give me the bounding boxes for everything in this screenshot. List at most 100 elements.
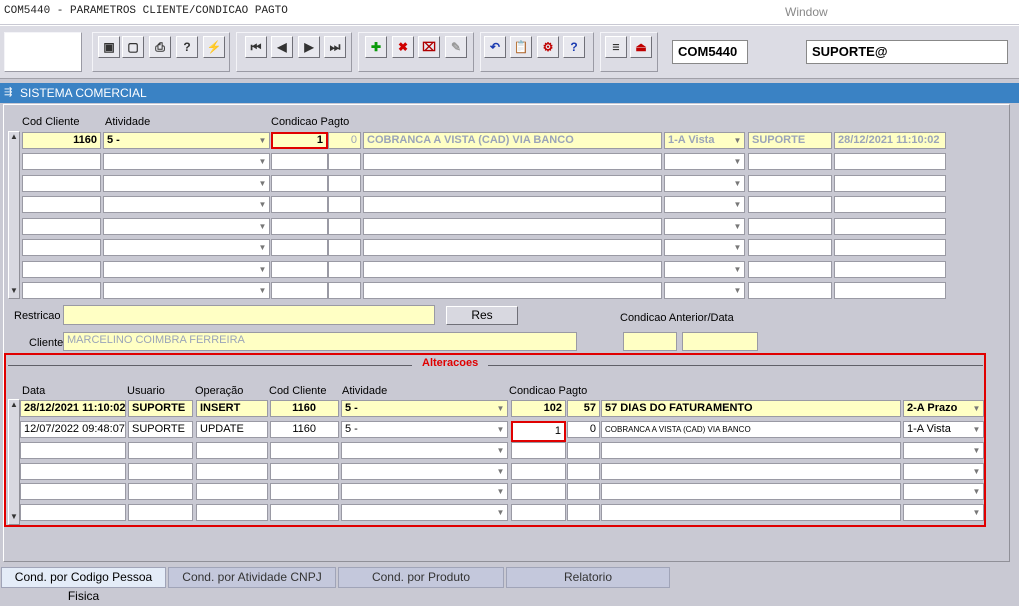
master-empty-cell[interactable] bbox=[748, 217, 832, 235]
previous-record-icon[interactable]: ◀ bbox=[271, 36, 293, 58]
chevron-down-icon[interactable]: ▼ bbox=[256, 197, 269, 212]
master-cond-code-field[interactable]: 1 bbox=[271, 132, 328, 149]
scroll-up-icon[interactable]: ▲ bbox=[9, 400, 19, 412]
alt-empty-cell[interactable] bbox=[128, 442, 193, 459]
alt-empty-cell[interactable] bbox=[511, 483, 566, 500]
chevron-down-icon[interactable]: ▼ bbox=[494, 484, 507, 499]
chevron-down-icon[interactable]: ▼ bbox=[494, 443, 507, 458]
settings-icon[interactable]: ⚙ bbox=[537, 36, 559, 58]
chevron-down-icon[interactable]: ▼ bbox=[256, 219, 269, 234]
master-empty-cell[interactable]: ▼ bbox=[103, 217, 270, 235]
menu-tree-icon[interactable]: ⇶ bbox=[4, 87, 12, 98]
master-empty-cell[interactable]: ▼ bbox=[103, 282, 270, 299]
exit-icon[interactable]: ⏏ bbox=[630, 36, 652, 58]
chevron-down-icon[interactable]: ▼ bbox=[731, 219, 744, 234]
alt-empty-cell[interactable]: ▼ bbox=[903, 503, 984, 521]
alt-row-atividade[interactable]: 5 - ▼ bbox=[341, 421, 508, 438]
delete-record-icon[interactable]: ✖ bbox=[392, 36, 414, 58]
chevron-down-icon[interactable]: ▼ bbox=[256, 154, 269, 169]
master-empty-cell[interactable] bbox=[834, 282, 946, 299]
alt-empty-cell[interactable] bbox=[270, 442, 339, 459]
duplicate-icon[interactable]: ✎ bbox=[445, 36, 467, 58]
alt-empty-cell[interactable]: ▼ bbox=[903, 462, 984, 480]
chevron-down-icon[interactable]: ▼ bbox=[731, 240, 744, 255]
master-empty-cell[interactable] bbox=[363, 174, 662, 192]
chevron-down-icon[interactable]: ▼ bbox=[731, 154, 744, 169]
alt-row-operacao[interactable]: UPDATE bbox=[196, 421, 268, 438]
chevron-down-icon[interactable]: ▼ bbox=[970, 464, 983, 479]
master-cod-cliente-field[interactable]: 1160 bbox=[22, 132, 101, 149]
alt-empty-cell[interactable] bbox=[270, 503, 339, 521]
master-empty-cell[interactable] bbox=[748, 282, 832, 299]
master-empty-cell[interactable]: ▼ bbox=[103, 260, 270, 278]
master-empty-cell[interactable] bbox=[22, 196, 101, 213]
alt-row-cond-code[interactable]: 1 bbox=[511, 421, 566, 442]
alt-empty-cell[interactable] bbox=[511, 462, 566, 480]
alt-empty-cell[interactable] bbox=[128, 483, 193, 500]
chevron-down-icon[interactable]: ▼ bbox=[731, 262, 744, 277]
scroll-down-icon[interactable]: ▼ bbox=[9, 286, 19, 298]
menu-icon[interactable]: ☰ bbox=[605, 36, 627, 58]
clear-record-icon[interactable]: ⌧ bbox=[418, 36, 440, 58]
alt-row-operacao[interactable]: INSERT bbox=[196, 400, 268, 417]
master-empty-cell[interactable] bbox=[363, 282, 662, 299]
chevron-down-icon[interactable]: ▼ bbox=[970, 505, 983, 520]
tab-cond-atividade-cnpj[interactable]: Cond. por Atividade CNPJ bbox=[168, 567, 336, 588]
alt-empty-cell[interactable] bbox=[196, 503, 268, 521]
master-empty-cell[interactable] bbox=[748, 174, 832, 192]
chevron-down-icon[interactable]: ▼ bbox=[970, 443, 983, 458]
alt-empty-cell[interactable] bbox=[20, 503, 126, 521]
master-empty-cell[interactable] bbox=[271, 239, 328, 256]
help-icon[interactable]: ? bbox=[563, 36, 585, 58]
alt-empty-cell[interactable] bbox=[128, 503, 193, 521]
alt-row-cond-code[interactable]: 102 bbox=[511, 400, 566, 417]
master-empty-cell[interactable] bbox=[834, 196, 946, 213]
master-empty-cell[interactable]: ▼ bbox=[664, 239, 745, 256]
master-empty-cell[interactable] bbox=[328, 260, 361, 278]
master-empty-cell[interactable] bbox=[834, 174, 946, 192]
alt-empty-cell[interactable]: ▼ bbox=[341, 462, 508, 480]
restricao-field[interactable] bbox=[63, 305, 435, 325]
master-empty-cell[interactable] bbox=[22, 217, 101, 235]
undo-icon[interactable]: ↶ bbox=[484, 36, 506, 58]
master-empty-cell[interactable]: ▼ bbox=[664, 153, 745, 170]
master-empty-cell[interactable] bbox=[328, 282, 361, 299]
alt-empty-cell[interactable] bbox=[20, 483, 126, 500]
alt-empty-cell[interactable]: ▼ bbox=[341, 483, 508, 500]
master-empty-cell[interactable] bbox=[271, 174, 328, 192]
alt-empty-cell[interactable]: ▼ bbox=[903, 442, 984, 459]
next-record-icon[interactable]: ▶ bbox=[298, 36, 320, 58]
alt-empty-cell[interactable]: ▼ bbox=[341, 442, 508, 459]
chevron-down-icon[interactable]: ▼ bbox=[731, 283, 744, 298]
first-record-icon[interactable]: ⏮ bbox=[245, 36, 267, 58]
scroll-down-icon[interactable]: ▼ bbox=[9, 512, 19, 524]
insert-record-icon[interactable]: ✚ bbox=[365, 36, 387, 58]
master-empty-cell[interactable]: ▼ bbox=[664, 196, 745, 213]
alt-empty-cell[interactable] bbox=[511, 442, 566, 459]
alt-empty-cell[interactable] bbox=[601, 483, 901, 500]
master-empty-cell[interactable] bbox=[748, 260, 832, 278]
alt-row-usuario[interactable]: SUPORTE bbox=[128, 400, 193, 417]
tab-cond-codigo-pessoa-fisica[interactable]: Cond. por Codigo Pessoa Fisica bbox=[1, 567, 166, 603]
alt-row-atividade[interactable]: 5 - ▼ bbox=[341, 400, 508, 417]
alt-empty-cell[interactable] bbox=[128, 462, 193, 480]
alt-empty-cell[interactable] bbox=[567, 503, 600, 521]
alt-empty-cell[interactable]: ▼ bbox=[341, 503, 508, 521]
master-empty-cell[interactable] bbox=[363, 153, 662, 170]
window-menu[interactable]: Window bbox=[785, 5, 828, 19]
master-empty-cell[interactable] bbox=[363, 260, 662, 278]
master-empty-cell[interactable] bbox=[271, 196, 328, 213]
master-empty-cell[interactable] bbox=[22, 153, 101, 170]
master-empty-cell[interactable] bbox=[271, 282, 328, 299]
alt-row-tipo[interactable]: 2-A Prazo ▼ bbox=[903, 400, 984, 417]
master-empty-cell[interactable] bbox=[834, 239, 946, 256]
tab-cond-produto[interactable]: Cond. por Produto bbox=[338, 567, 504, 588]
chevron-down-icon[interactable]: ▼ bbox=[256, 262, 269, 277]
chevron-down-icon[interactable]: ▼ bbox=[731, 197, 744, 212]
res-button[interactable]: Res bbox=[446, 306, 518, 325]
master-empty-cell[interactable] bbox=[271, 217, 328, 235]
master-empty-cell[interactable] bbox=[22, 282, 101, 299]
master-atividade-field[interactable]: 5 - ▼ bbox=[103, 132, 270, 149]
alt-empty-cell[interactable] bbox=[601, 462, 901, 480]
alt-row-usuario[interactable]: SUPORTE bbox=[128, 421, 193, 438]
